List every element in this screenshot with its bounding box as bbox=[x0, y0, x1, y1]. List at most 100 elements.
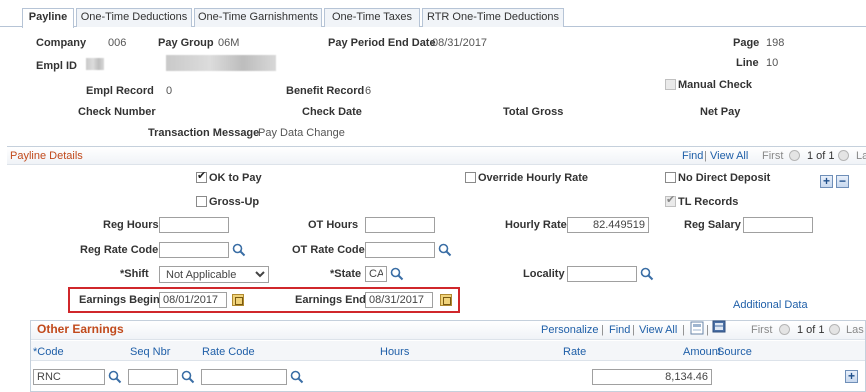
payline-count: 1 of 1 bbox=[807, 150, 835, 162]
oe-sep-1: | bbox=[601, 324, 604, 336]
download-excel-icon[interactable] bbox=[712, 319, 727, 334]
no-direct-deposit-checkbox[interactable] bbox=[665, 172, 676, 183]
oe-rate-code-search-icon[interactable] bbox=[290, 370, 304, 384]
reg-rate-code-input[interactable] bbox=[159, 242, 229, 258]
oe-code-input[interactable] bbox=[33, 369, 105, 385]
tab-rtr-one-time-deductions[interactable]: RTR One-Time Deductions bbox=[422, 8, 564, 27]
reg-hours-input[interactable] bbox=[159, 217, 229, 233]
pay-group-label: Pay Group bbox=[158, 37, 214, 49]
transaction-message-value: Pay Data Change bbox=[258, 127, 345, 139]
oe-sep-3: | bbox=[682, 324, 685, 336]
reg-rate-code-search-icon[interactable] bbox=[232, 243, 246, 257]
ot-hours-input[interactable] bbox=[365, 217, 435, 233]
reg-rate-code-label: Reg Rate Code bbox=[80, 244, 159, 256]
tab-one-time-taxes[interactable]: One-Time Taxes bbox=[324, 8, 420, 27]
page-label: Page bbox=[733, 37, 760, 49]
oe-next-icon[interactable] bbox=[829, 324, 840, 335]
oe-sep-2: | bbox=[632, 324, 635, 336]
personalize-link[interactable]: Personalize bbox=[541, 324, 598, 336]
tab-one-time-garnishments[interactable]: One-Time Garnishments bbox=[194, 8, 322, 27]
manual-check-checkbox[interactable] bbox=[665, 79, 676, 90]
empl-record-label: Empl Record bbox=[86, 85, 154, 97]
col-amount: Amount bbox=[683, 346, 721, 358]
redacted-employee-name bbox=[166, 55, 276, 71]
transaction-message-label: Transaction Message bbox=[148, 127, 260, 139]
earnings-begin-calendar-icon[interactable] bbox=[232, 294, 244, 306]
oe-prev-icon[interactable] bbox=[779, 324, 790, 335]
override-hourly-rate-label: Override Hourly Rate bbox=[478, 172, 589, 184]
no-direct-deposit-label: No Direct Deposit bbox=[678, 172, 771, 184]
additional-data-link[interactable]: Additional Data bbox=[733, 299, 808, 311]
gross-up-checkbox[interactable] bbox=[196, 196, 207, 207]
ot-rate-code-label: OT Rate Code bbox=[292, 244, 365, 256]
reg-hours-label: Reg Hours bbox=[103, 219, 159, 231]
state-label: *State bbox=[330, 268, 362, 280]
oe-seq-nbr-search-icon[interactable] bbox=[181, 370, 195, 384]
check-number-label: Check Number bbox=[78, 106, 156, 118]
oe-count: 1 of 1 bbox=[797, 324, 825, 336]
gross-up-label: Gross-Up bbox=[209, 196, 260, 208]
ot-hours-label: OT Hours bbox=[308, 219, 359, 231]
oe-sep-4: | bbox=[706, 324, 709, 336]
payline-next-icon[interactable] bbox=[838, 150, 849, 161]
locality-search-icon[interactable] bbox=[640, 267, 654, 281]
ot-rate-code-search-icon[interactable] bbox=[438, 243, 452, 257]
ok-to-pay-checkbox[interactable] bbox=[196, 169, 207, 183]
hourly-rate-label: Hourly Rate bbox=[505, 219, 567, 231]
oe-add-row-button[interactable]: + bbox=[845, 370, 858, 383]
override-hourly-rate-checkbox[interactable] bbox=[465, 172, 476, 183]
tab-payline[interactable]: Payline bbox=[22, 8, 74, 28]
other-earnings-header-bar bbox=[31, 321, 865, 340]
other-earnings-title: Other Earnings bbox=[37, 322, 124, 336]
earnings-end-input[interactable] bbox=[365, 292, 433, 308]
redacted-empl-id-part bbox=[86, 58, 104, 70]
hourly-rate-input[interactable] bbox=[567, 217, 649, 233]
reg-salary-input[interactable] bbox=[743, 217, 813, 233]
oe-seq-nbr-input[interactable] bbox=[128, 369, 178, 385]
earnings-end-calendar-icon[interactable] bbox=[440, 294, 452, 306]
oe-amount-input[interactable] bbox=[592, 369, 712, 385]
oe-find-link[interactable]: Find bbox=[609, 324, 630, 336]
line-value: 10 bbox=[766, 57, 779, 69]
oe-view-all-link[interactable]: View All bbox=[639, 324, 677, 336]
payline-last-text[interactable]: La bbox=[856, 150, 866, 162]
shift-label: *Shift bbox=[120, 268, 149, 280]
col-source: Source bbox=[717, 346, 752, 358]
check-date-label: Check Date bbox=[302, 106, 362, 118]
earnings-begin-input[interactable] bbox=[159, 292, 227, 308]
line-label: Line bbox=[736, 57, 759, 69]
col-seq-nbr: Seq Nbr bbox=[130, 346, 171, 358]
payline-find-link[interactable]: Find bbox=[682, 150, 703, 162]
add-row-button[interactable]: + bbox=[820, 175, 833, 188]
manual-check-label: Manual Check bbox=[678, 79, 752, 91]
state-input[interactable] bbox=[365, 266, 387, 282]
pay-period-end-value: 08/31/2017 bbox=[432, 37, 488, 49]
page-value: 198 bbox=[766, 37, 785, 49]
payline-details-title: Payline Details bbox=[10, 150, 83, 162]
benefit-record-value: 6 bbox=[365, 85, 372, 97]
payline-prev-icon[interactable] bbox=[789, 150, 800, 161]
oe-last-text[interactable]: Las bbox=[846, 324, 864, 336]
tl-records-label: TL Records bbox=[678, 196, 739, 208]
locality-label: Locality bbox=[523, 268, 565, 280]
locality-input[interactable] bbox=[567, 266, 637, 282]
payline-nav-separator: | bbox=[704, 150, 707, 162]
delete-row-button[interactable]: − bbox=[836, 175, 849, 188]
empl-id-label: Empl ID bbox=[36, 60, 77, 72]
payline-view-all-link[interactable]: View All bbox=[710, 150, 748, 162]
tl-records-checkbox bbox=[665, 193, 676, 207]
earnings-end-label: Earnings End bbox=[295, 294, 366, 306]
zoom-grid-icon[interactable] bbox=[690, 321, 704, 335]
payline-first-text[interactable]: First bbox=[762, 150, 783, 162]
total-gross-label: Total Gross bbox=[503, 106, 564, 118]
shift-select[interactable]: Not Applicable bbox=[159, 266, 269, 283]
oe-rate-code-input[interactable] bbox=[201, 369, 287, 385]
oe-code-search-icon[interactable] bbox=[108, 370, 122, 384]
oe-first-text[interactable]: First bbox=[751, 324, 772, 336]
col-rate-code: Rate Code bbox=[202, 346, 255, 358]
ot-rate-code-input[interactable] bbox=[365, 242, 435, 258]
state-search-icon[interactable] bbox=[390, 267, 404, 281]
pay-group-value: 06M bbox=[218, 37, 240, 49]
tab-one-time-deductions[interactable]: One-Time Deductions bbox=[76, 8, 192, 27]
pay-period-end-label: Pay Period End Date bbox=[328, 37, 436, 49]
